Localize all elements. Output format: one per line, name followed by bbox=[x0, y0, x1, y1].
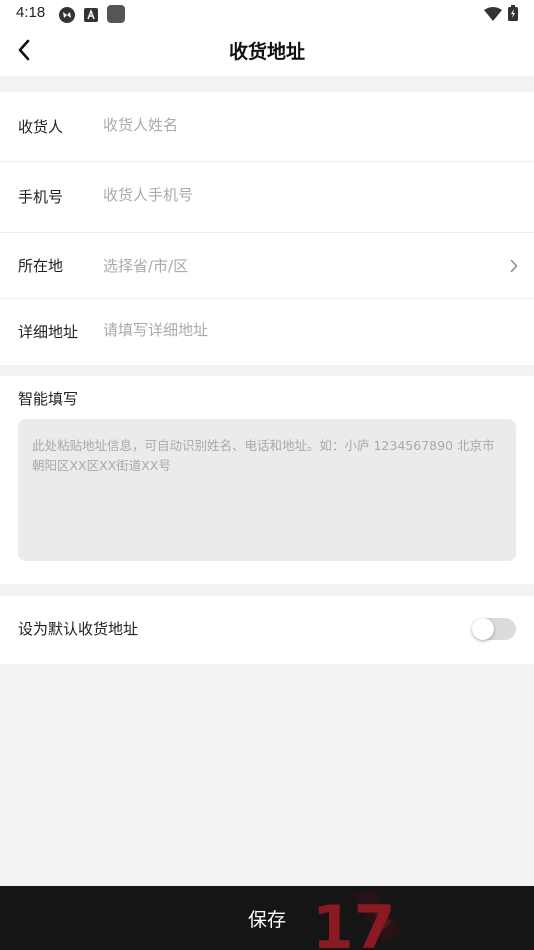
recipient-label: 收货人 bbox=[18, 118, 64, 136]
default-address-row: 设为默认收货地址 bbox=[0, 596, 534, 664]
chevron-left-icon bbox=[17, 39, 31, 65]
detail-address-row: 详细地址 bbox=[0, 299, 534, 365]
status-time: 4:18 bbox=[16, 4, 46, 21]
font-app-icon bbox=[84, 7, 98, 26]
toggle-knob bbox=[472, 618, 494, 640]
battery-charging-icon bbox=[508, 5, 518, 25]
app-header: 收货地址 bbox=[0, 28, 534, 76]
phone-row: 手机号 bbox=[0, 162, 534, 233]
smart-fill-section: 智能填写 bbox=[0, 376, 534, 584]
chevron-right-icon bbox=[510, 258, 518, 277]
status-bar: 4:18 bbox=[0, 0, 534, 28]
smart-fill-title: 智能填写 bbox=[18, 390, 79, 408]
region-selector[interactable]: 所在地 选择省/市/区 bbox=[0, 233, 534, 299]
recipient-row: 收货人 bbox=[0, 92, 534, 162]
recipient-name-input[interactable] bbox=[103, 114, 503, 136]
save-button[interactable]: 保存 bbox=[0, 886, 534, 950]
back-button[interactable] bbox=[8, 36, 40, 68]
smart-fill-textarea[interactable] bbox=[18, 419, 516, 561]
detail-address-label: 详细地址 bbox=[18, 323, 79, 341]
default-address-toggle[interactable] bbox=[472, 618, 516, 640]
region-placeholder: 选择省/市/区 bbox=[103, 257, 189, 275]
wifi-icon bbox=[484, 6, 502, 25]
square-app-icon bbox=[107, 5, 125, 27]
region-label: 所在地 bbox=[18, 257, 64, 275]
default-address-label: 设为默认收货地址 bbox=[18, 620, 139, 638]
page-title: 收货地址 bbox=[228, 41, 305, 63]
phone-label: 手机号 bbox=[18, 188, 64, 206]
detail-address-input[interactable] bbox=[103, 319, 503, 341]
refresh-icon bbox=[58, 6, 76, 28]
phone-input[interactable] bbox=[103, 184, 503, 206]
save-bar: 17 保存 bbox=[0, 886, 534, 950]
